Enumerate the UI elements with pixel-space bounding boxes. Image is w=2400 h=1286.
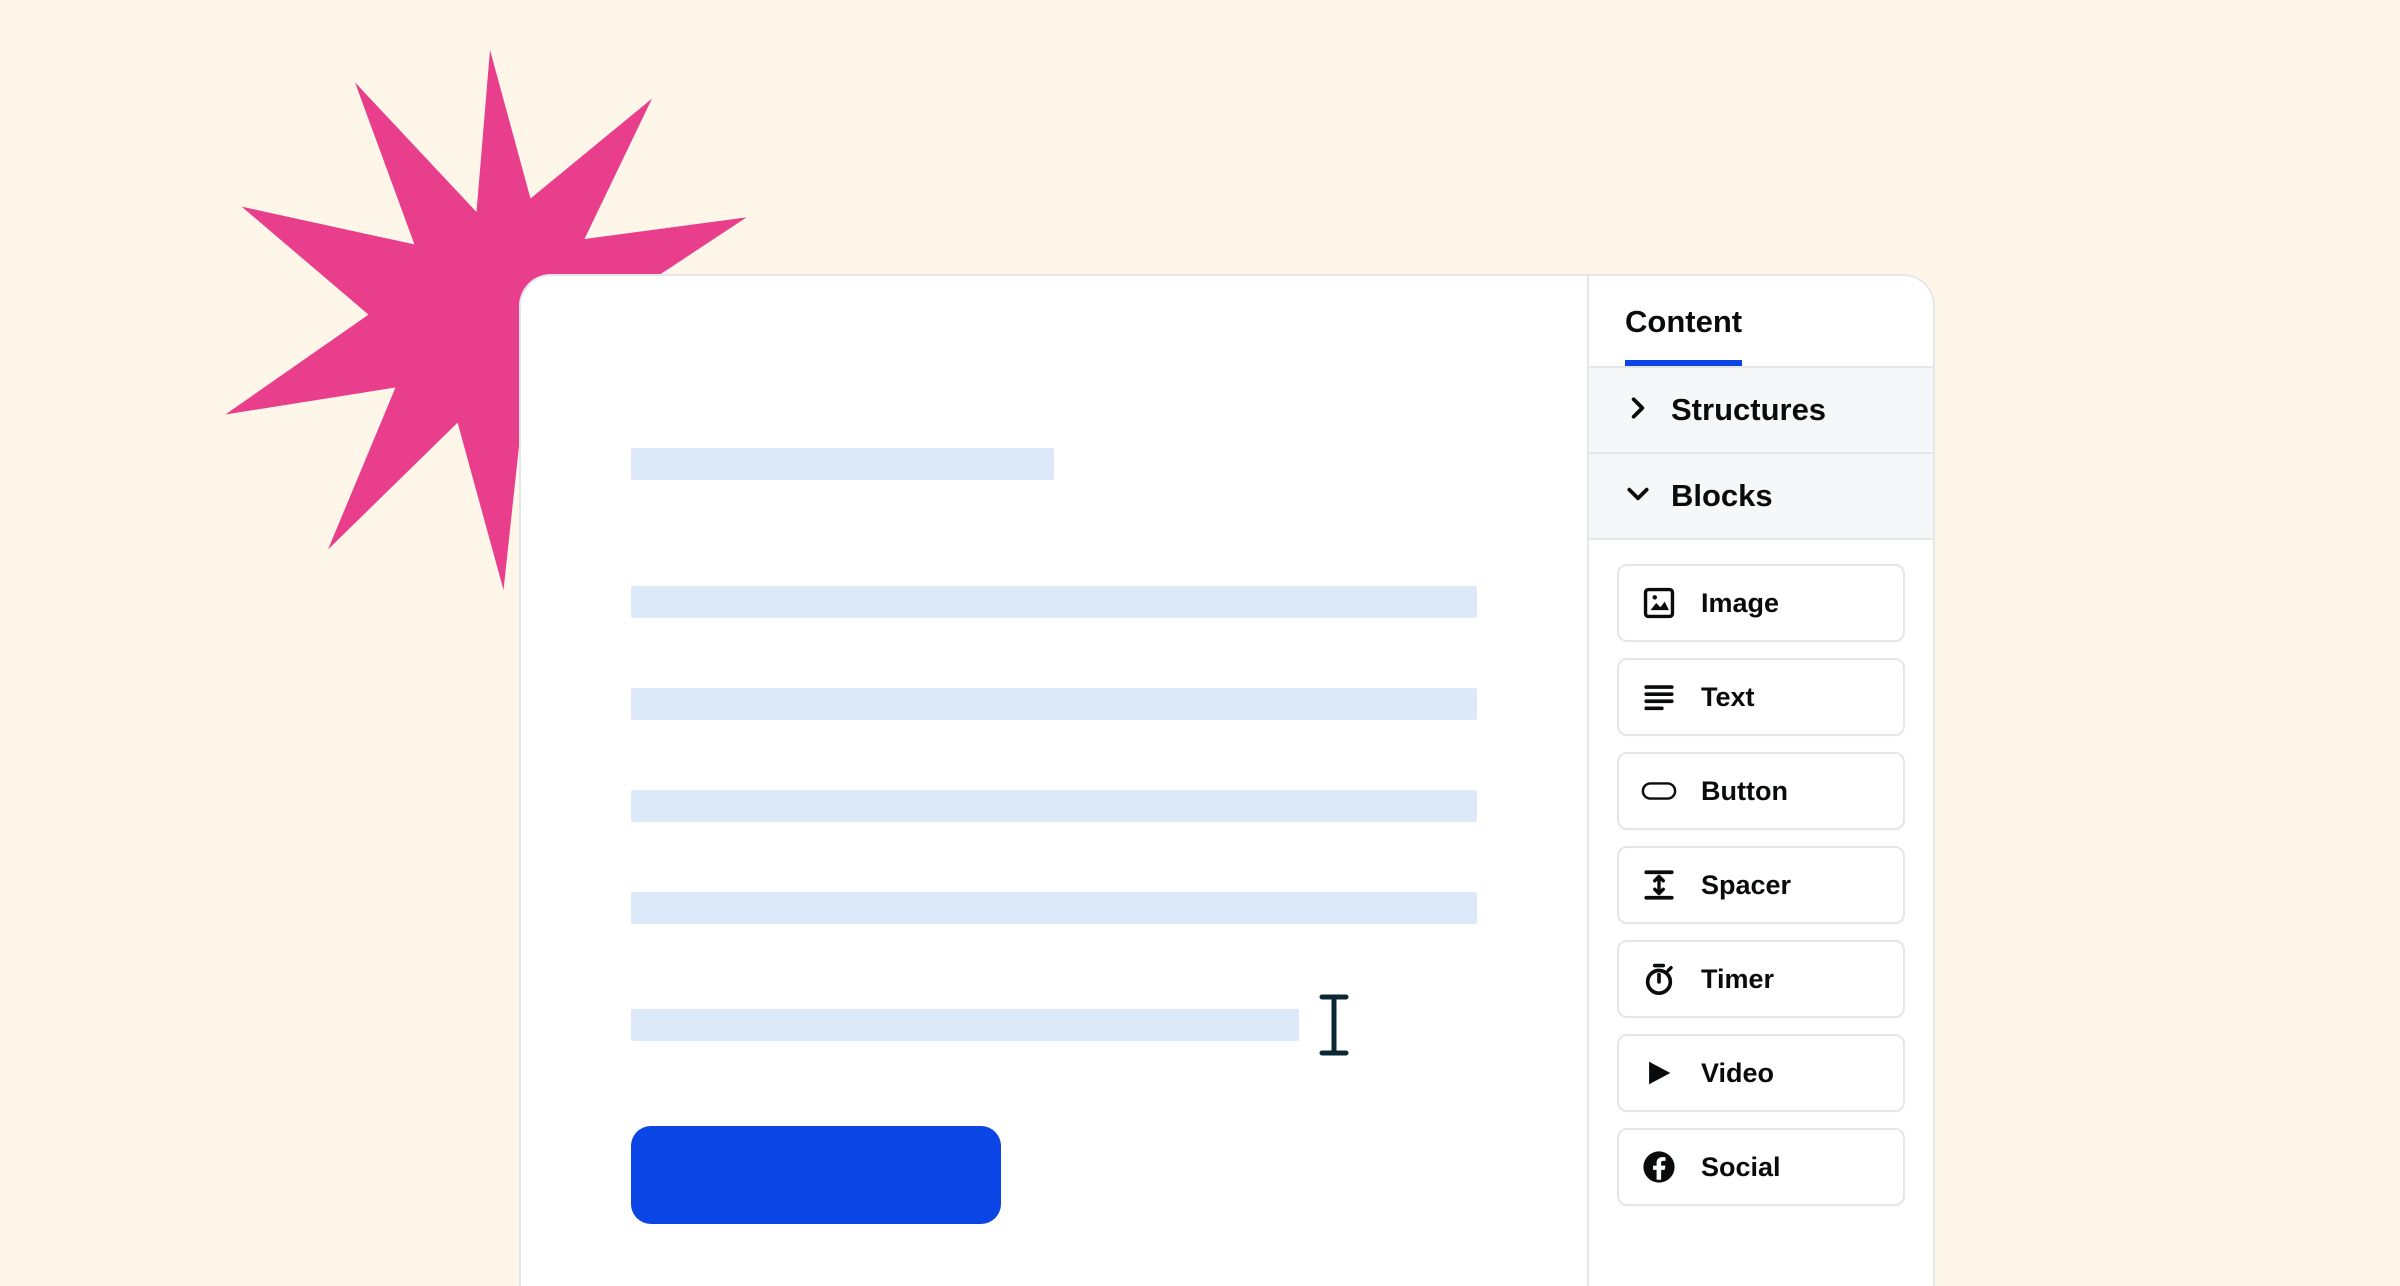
chevron-right-icon bbox=[1625, 395, 1651, 426]
block-label: Spacer bbox=[1701, 870, 1791, 901]
chevron-down-icon bbox=[1625, 481, 1651, 512]
cta-button-placeholder[interactable] bbox=[631, 1126, 1001, 1224]
sidebar-tabs: Content bbox=[1589, 276, 1933, 366]
image-icon bbox=[1641, 585, 1677, 621]
placeholder-line-partial bbox=[631, 1009, 1299, 1041]
spacer-icon bbox=[1641, 867, 1677, 903]
placeholder-line bbox=[631, 586, 1477, 618]
social-icon bbox=[1641, 1149, 1677, 1185]
placeholder-line bbox=[631, 790, 1477, 822]
video-icon bbox=[1641, 1055, 1677, 1091]
block-item-social[interactable]: Social bbox=[1617, 1128, 1905, 1206]
block-label: Video bbox=[1701, 1058, 1774, 1089]
text-icon bbox=[1641, 679, 1677, 715]
block-label: Social bbox=[1701, 1152, 1781, 1183]
block-item-video[interactable]: Video bbox=[1617, 1034, 1905, 1112]
accordion-structures[interactable]: Structures bbox=[1589, 366, 1933, 454]
accordion-label: Structures bbox=[1671, 392, 1826, 428]
block-item-spacer[interactable]: Spacer bbox=[1617, 846, 1905, 924]
placeholder-heading bbox=[631, 448, 1054, 480]
text-cursor-icon bbox=[1319, 994, 1349, 1056]
accordion-blocks[interactable]: Blocks bbox=[1589, 454, 1933, 540]
button-icon bbox=[1641, 773, 1677, 809]
block-item-text[interactable]: Text bbox=[1617, 658, 1905, 736]
blocks-list: Image Text Button Spacer bbox=[1589, 540, 1933, 1230]
editor-window: Content Structures Blocks Image bbox=[519, 274, 1935, 1286]
block-label: Text bbox=[1701, 682, 1755, 713]
block-item-image[interactable]: Image bbox=[1617, 564, 1905, 642]
accordion-label: Blocks bbox=[1671, 478, 1773, 514]
block-label: Image bbox=[1701, 588, 1779, 619]
tab-content[interactable]: Content bbox=[1625, 304, 1742, 366]
block-label: Timer bbox=[1701, 964, 1774, 995]
timer-icon bbox=[1641, 961, 1677, 997]
block-item-timer[interactable]: Timer bbox=[1617, 940, 1905, 1018]
block-item-button[interactable]: Button bbox=[1617, 752, 1905, 830]
placeholder-line bbox=[631, 892, 1477, 924]
placeholder-line bbox=[631, 688, 1477, 720]
editor-canvas[interactable] bbox=[521, 276, 1587, 1286]
block-label: Button bbox=[1701, 776, 1788, 807]
sidebar-panel: Content Structures Blocks Image bbox=[1587, 276, 1933, 1286]
